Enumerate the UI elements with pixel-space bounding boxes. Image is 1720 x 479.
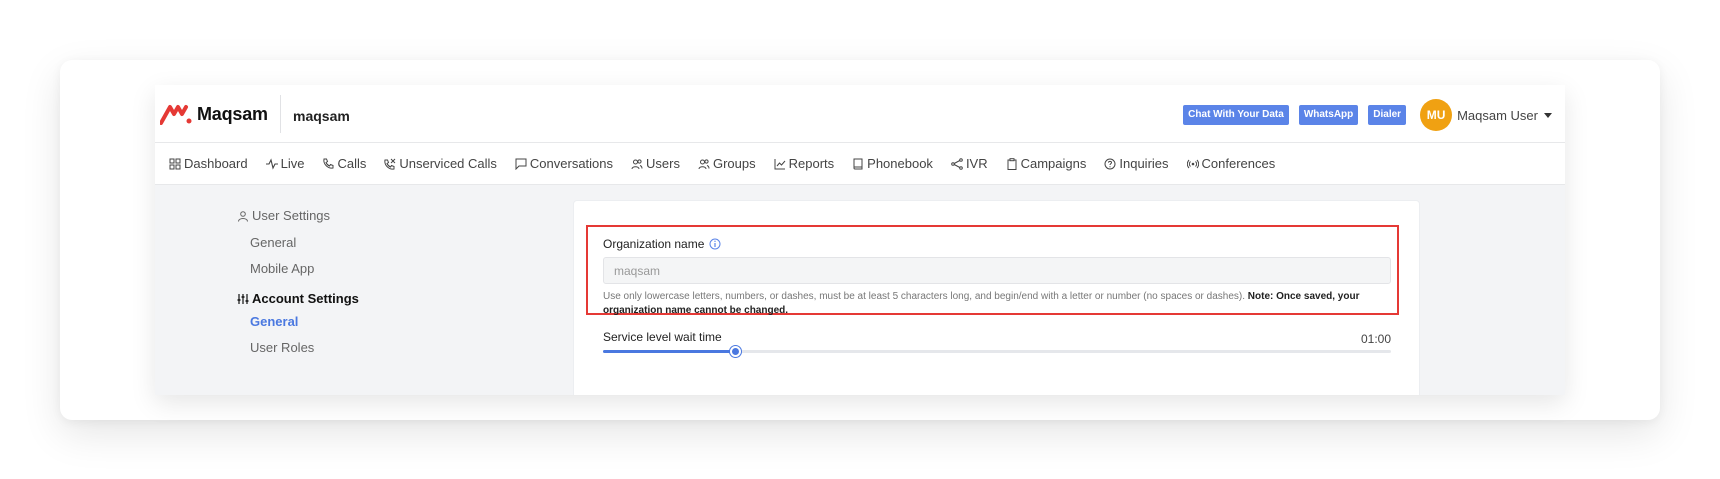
share-icon [951,157,963,170]
nav-label: Calls [337,156,367,171]
nav-label: Conferences [1201,156,1276,171]
header-actions: Chat With Your Data WhatsApp Dialer MU M… [1173,99,1552,131]
slider-fill [603,350,735,353]
org-name-label: Organization name [603,237,721,251]
top-bar: Maqsam maqsam Chat With Your Data WhatsA… [155,85,1565,143]
help-circle-icon [1104,158,1116,170]
maqsam-logo-icon [160,105,192,125]
users-icon [631,158,643,170]
chat-with-your-data-button[interactable]: Chat With Your Data [1183,105,1289,125]
nav-label: Phonebook [867,156,933,171]
chevron-down-icon[interactable] [1544,112,1552,118]
service-level-label: Service level wait time [603,330,722,344]
broadcast-icon [1186,158,1199,170]
nav-label: Groups [712,156,756,171]
nav-calls[interactable]: Calls [322,156,366,171]
nav-inquiries[interactable]: Inquiries [1104,156,1169,171]
settings-sidebar: User Settings General Mobile App Account… [155,185,555,395]
chart-line-icon [774,158,786,170]
nav-unserviced-calls[interactable]: Unserviced Calls [384,156,497,171]
sidebar-item-user-general[interactable]: General [250,235,296,250]
nav-live[interactable]: Live [265,156,305,171]
activity-icon [265,157,278,170]
nav-label: Conversations [529,156,614,171]
nav-label: Users [646,156,680,171]
info-icon[interactable] [709,238,721,250]
sliders-icon [237,293,249,305]
logo-text: Maqsam [197,103,268,124]
nav-label: Campaigns [1020,156,1087,171]
book-icon [852,158,864,170]
message-icon [515,158,527,170]
nav-label: Reports [788,156,835,171]
nav-label: Live [280,156,305,171]
sidebar-item-account-general[interactable]: General [250,314,298,329]
org-name-help: Use only lowercase letters, numbers, or … [603,290,1373,318]
main-nav: Dashboard Live Calls Unserviced Calls Co… [155,143,1565,185]
sidebar-item-user-roles[interactable]: User Roles [250,340,314,355]
nav-campaigns[interactable]: Campaigns [1006,156,1087,171]
dialer-button[interactable]: Dialer [1368,105,1407,125]
nav-reports[interactable]: Reports [774,156,835,171]
nav-label: Unserviced Calls [399,156,497,171]
nav-conferences[interactable]: Conferences [1186,156,1276,171]
nav-conversations[interactable]: Conversations [515,156,613,171]
sidebar-item-mobile-app[interactable]: Mobile App [250,261,314,276]
user-avatar[interactable]: MU [1420,99,1453,131]
header-divider [280,95,281,133]
org-title: maqsam [293,108,350,124]
users-icon [698,158,710,170]
slider-thumb[interactable] [729,346,741,357]
app-window: Maqsam maqsam Chat With Your Data WhatsA… [155,85,1565,395]
sidebar-section-label: Account Settings [252,291,359,306]
nav-users[interactable]: Users [631,156,680,171]
user-menu-name[interactable]: Maqsam User [1457,108,1538,123]
phone-icon [322,158,334,170]
service-level-slider[interactable] [603,346,1391,357]
sidebar-section-account-settings[interactable]: Account Settings [237,291,359,306]
nav-dashboard[interactable]: Dashboard [169,156,248,171]
nav-label: Inquiries [1119,156,1169,171]
org-name-input[interactable]: maqsam [603,257,1391,284]
sidebar-section-user-settings[interactable]: User Settings [237,208,330,223]
maqsam-logo[interactable]: Maqsam [160,100,268,128]
org-name-label-text: Organization name [603,237,705,251]
settings-card: Organization name maqsam Use only lowerc… [573,200,1420,395]
sidebar-section-label: User Settings [252,208,331,223]
grid-icon [169,158,181,170]
nav-ivr[interactable]: IVR [951,156,988,171]
nav-label: IVR [965,156,988,171]
org-name-help-text: Use only lowercase letters, numbers, or … [603,291,1245,302]
whatsapp-button[interactable]: WhatsApp [1298,105,1359,125]
service-level-value: 01:00 [1360,332,1391,346]
nav-groups[interactable]: Groups [698,156,756,171]
phone-missed-icon [384,158,396,170]
nav-phonebook[interactable]: Phonebook [852,156,933,171]
user-icon [237,210,249,222]
clipboard-icon [1006,157,1018,170]
nav-label: Dashboard [184,156,248,171]
